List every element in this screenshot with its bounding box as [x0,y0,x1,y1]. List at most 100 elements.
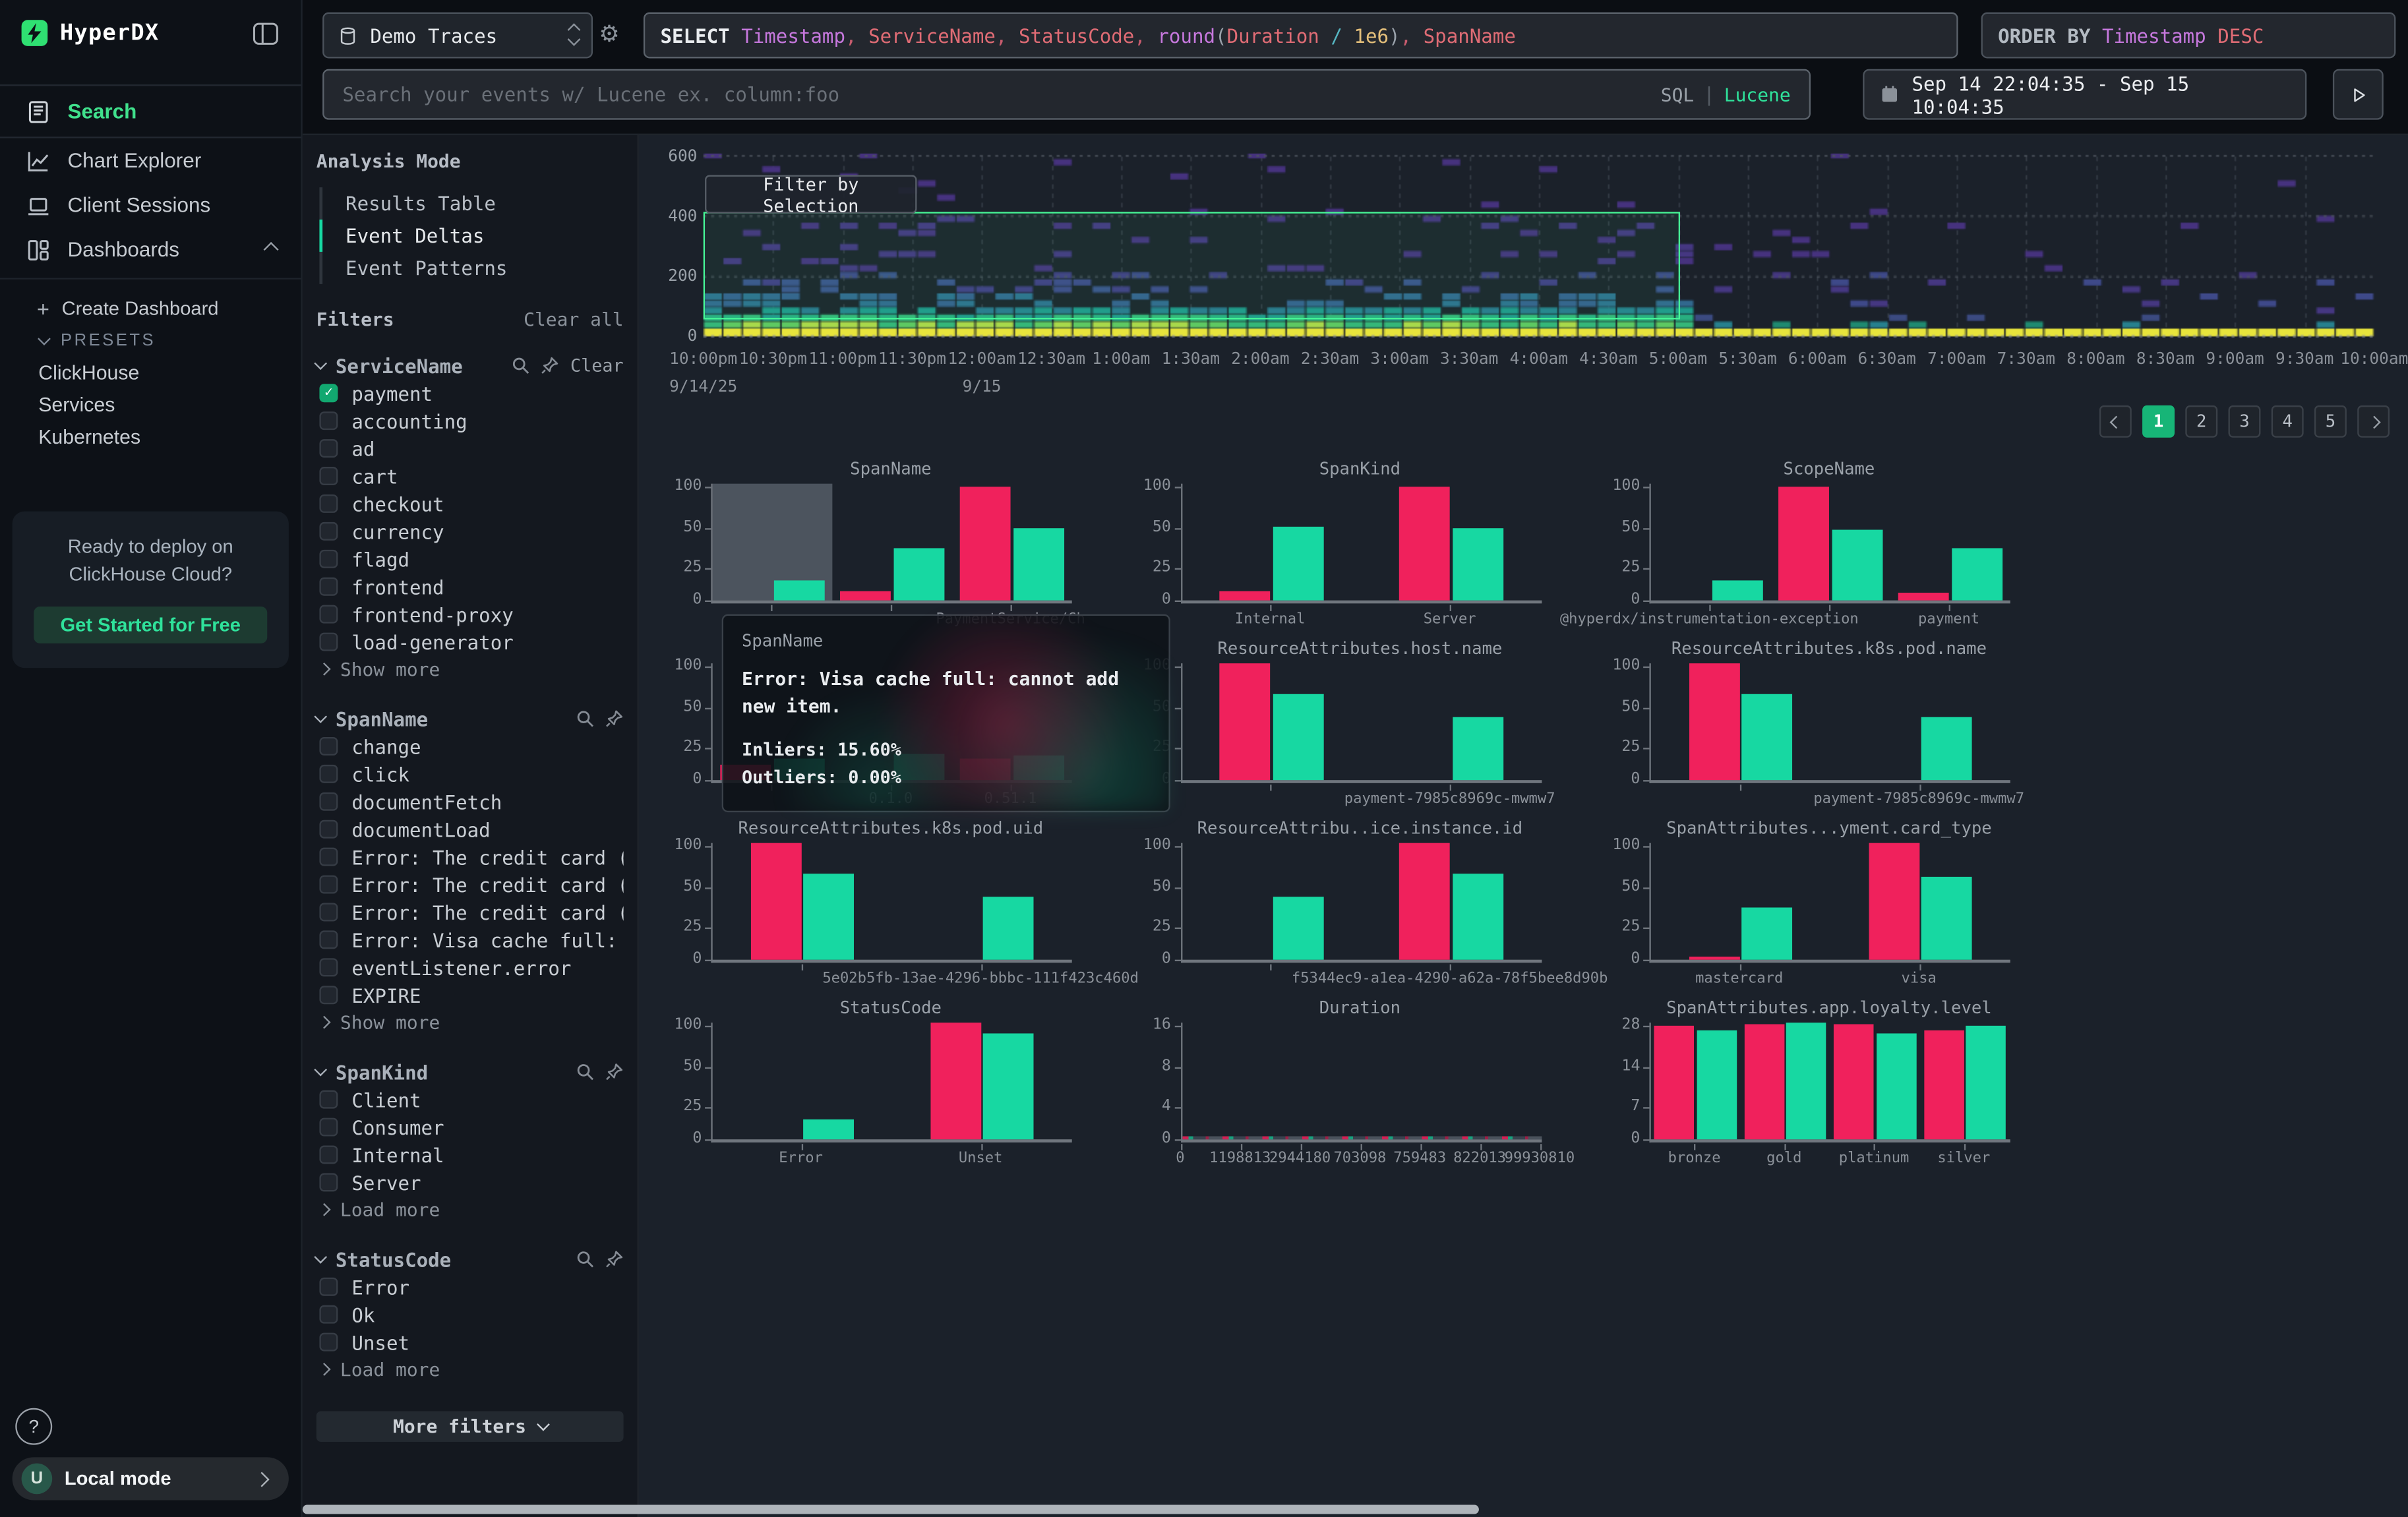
checkbox[interactable] [319,633,338,651]
checkbox[interactable] [319,467,338,485]
presets-toggle[interactable]: PRESETS [0,326,301,357]
get-started-button[interactable]: Get Started for Free [34,607,267,644]
filter-group-header-SpanKind[interactable]: SpanKind [316,1058,624,1086]
checkbox[interactable] [319,494,338,513]
filter-group-header-StatusCode[interactable]: StatusCode [316,1245,624,1273]
checkbox[interactable] [319,848,338,866]
sidebar-item-chart-explorer[interactable]: Chart Explorer [0,138,301,183]
checkbox[interactable] [319,792,338,811]
show-more-button[interactable]: Show more [319,1009,623,1036]
pin-icon[interactable] [605,1063,624,1081]
checkbox[interactable] [319,765,338,783]
checkbox[interactable]: ✓ [319,384,338,402]
checkbox[interactable] [319,876,338,894]
checkbox[interactable] [319,578,338,596]
filter-checkbox-row[interactable]: accounting [316,407,624,434]
show-more-button[interactable]: Load more [319,1196,623,1224]
sidebar-item-dashboards[interactable]: Dashboards [0,227,301,272]
filter-by-selection-button[interactable]: Filter by Selection [705,175,917,214]
sidebar-item-kubernetes[interactable]: Kubernetes [0,421,301,453]
sql-mode-toggle[interactable]: SQL [1661,84,1695,105]
search-icon[interactable] [576,1063,594,1081]
filter-checkbox-row[interactable]: Error [316,1273,624,1301]
heatmap-selection[interactable] [704,212,1680,319]
sidebar-item-search[interactable]: Search [0,84,301,138]
pagination-prev-button[interactable] [2099,405,2132,438]
checkbox[interactable] [319,930,338,949]
run-query-button[interactable] [2333,69,2384,120]
filter-checkbox-row[interactable]: Error: The credit card (… [316,871,624,899]
filter-checkbox-row[interactable]: load-generator [316,628,624,656]
collapse-sidebar-icon[interactable] [252,20,280,45]
pagination-page-1[interactable]: 1 [2142,405,2175,438]
checkbox[interactable] [319,1118,338,1137]
filter-checkbox-row[interactable]: Error: The credit card (… [316,899,624,926]
filter-checkbox-row[interactable]: checkout [316,490,624,518]
filter-checkbox-row[interactable]: frontend-proxy [316,601,624,628]
filter-checkbox-row[interactable]: Error: Visa cache full: … [316,926,624,953]
checkbox[interactable] [319,411,338,430]
filter-checkbox-row[interactable]: currency [316,518,624,545]
filter-checkbox-row[interactable]: flagd [316,545,624,573]
analysis-mode-event-patterns[interactable]: Event Patterns [319,252,623,284]
sidebar-item-client-sessions[interactable]: Client Sessions [0,183,301,227]
checkbox[interactable] [319,903,338,922]
filter-checkbox-row[interactable]: Internal [316,1141,624,1169]
show-more-button[interactable]: Load more [319,1356,623,1384]
show-more-button[interactable]: Show more [319,656,623,684]
filter-checkbox-row[interactable]: ad [316,434,624,462]
local-mode-pill[interactable]: U Local mode [13,1457,289,1500]
time-range-picker[interactable]: Sep 14 22:04:35 - Sep 15 10:04:35 [1863,69,2306,120]
pagination-page-2[interactable]: 2 [2185,405,2217,438]
search-input[interactable]: Search your events w/ Lucene ex. column:… [322,69,1811,120]
horizontal-scrollbar[interactable] [303,1505,1479,1514]
filter-checkbox-row[interactable]: eventListener.error [316,953,624,981]
source-select[interactable]: Demo Traces [322,13,593,59]
search-icon[interactable] [576,709,594,728]
pin-icon[interactable] [605,709,624,728]
filter-checkbox-row[interactable]: documentFetch [316,788,624,816]
checkbox[interactable] [319,986,338,1004]
filter-checkbox-row[interactable]: Consumer [316,1114,624,1141]
pagination-page-3[interactable]: 3 [2229,405,2261,438]
filter-checkbox-row[interactable]: click [316,760,624,788]
filter-checkbox-row[interactable]: Server [316,1168,624,1196]
checkbox[interactable] [319,737,338,756]
checkbox[interactable] [319,1333,338,1352]
checkbox[interactable] [319,1305,338,1324]
more-filters-button[interactable]: More filters [316,1411,624,1442]
filter-group-header-ServiceName[interactable]: ServiceNameClear [316,351,624,379]
create-dashboard-button[interactable]: + Create Dashboard [0,292,301,326]
checkbox[interactable] [319,522,338,541]
filter-checkbox-row[interactable]: change [316,732,624,760]
lucene-mode-toggle[interactable]: Lucene [1724,84,1791,105]
checkbox[interactable] [319,1146,338,1164]
filter-checkbox-row[interactable]: Error: The credit card (… [316,843,624,871]
analysis-mode-event-deltas[interactable]: Event Deltas [319,220,623,252]
filter-checkbox-row[interactable]: Unset [316,1328,624,1356]
search-icon[interactable] [576,1250,594,1268]
checkbox[interactable] [319,958,338,976]
help-button[interactable]: ? [15,1408,52,1445]
pin-icon[interactable] [605,1250,624,1268]
sidebar-item-clickhouse[interactable]: ClickHouse [0,356,301,388]
pagination-next-button[interactable] [2357,405,2390,438]
analysis-mode-results-table[interactable]: Results Table [319,187,623,220]
gear-icon[interactable]: ⚙ [599,20,619,47]
pagination-page-4[interactable]: 4 [2272,405,2304,438]
search-icon[interactable] [512,356,530,374]
checkbox[interactable] [319,1173,338,1191]
filter-checkbox-row[interactable]: frontend [316,573,624,601]
filter-checkbox-row[interactable]: EXPIRE [316,981,624,1009]
order-by-input[interactable]: ORDER BY Timestamp DESC [1981,13,2396,59]
checkbox[interactable] [319,1090,338,1109]
filter-checkbox-row[interactable]: ✓payment [316,379,624,407]
checkbox[interactable] [319,439,338,458]
clear-filter-button[interactable]: Clear [570,355,624,376]
clear-all-button[interactable]: Clear all [524,309,623,330]
checkbox[interactable] [319,820,338,839]
filter-group-header-SpanName[interactable]: SpanName [316,705,624,732]
pin-icon[interactable] [541,356,560,374]
pagination-page-5[interactable]: 5 [2314,405,2347,438]
checkbox[interactable] [319,605,338,624]
